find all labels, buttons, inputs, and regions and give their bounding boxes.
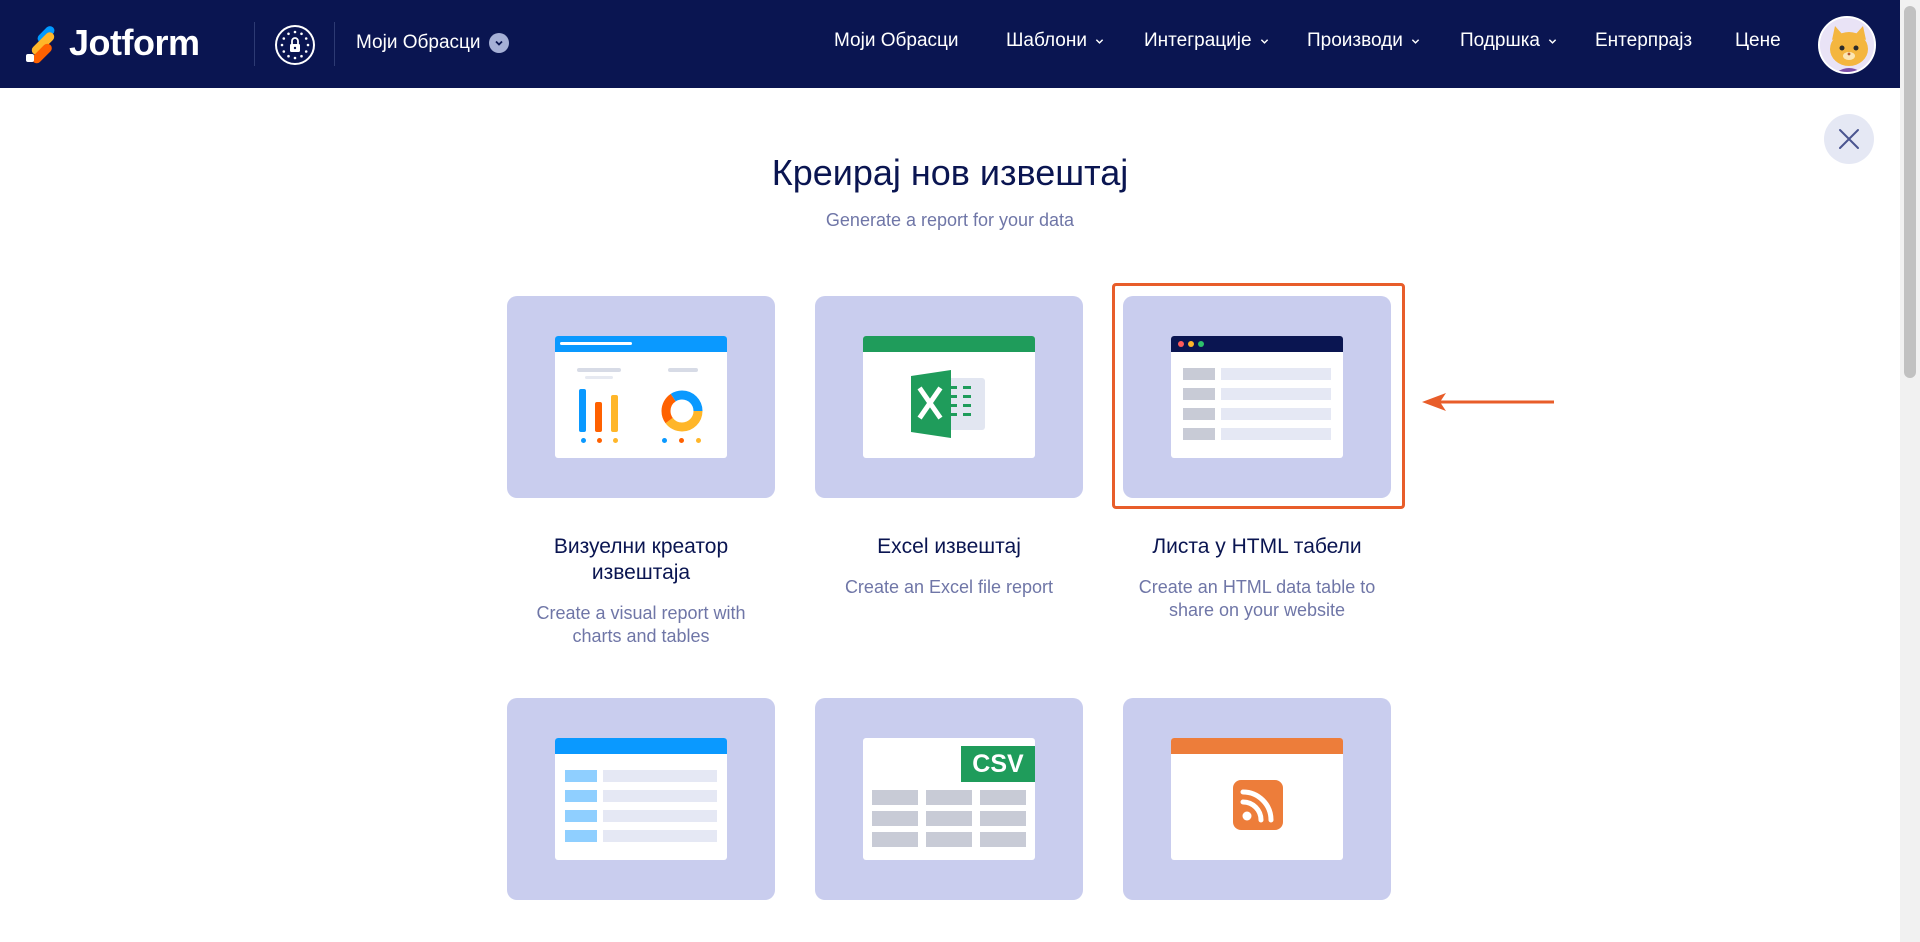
eu-security-badge-icon[interactable] [275, 25, 315, 65]
brand-name: Jotform [69, 22, 200, 63]
report-option-rss[interactable] [1123, 698, 1391, 936]
card-tile [507, 296, 775, 498]
close-icon [1839, 129, 1859, 149]
chevron-down-icon [488, 33, 509, 53]
csv-badge: CSV [961, 746, 1035, 782]
rss-icon [1171, 738, 1343, 860]
pointer-arrow-icon [1422, 393, 1554, 411]
nav-products[interactable]: Производи [1307, 30, 1420, 52]
card-tile: CSV [815, 698, 1083, 900]
page-subtitle: Generate a report for your data [825, 210, 1075, 230]
nav-integrations[interactable]: Интеграције [1144, 30, 1269, 52]
page-title: Креирај нов извештај [771, 152, 1129, 193]
table-list-icon [555, 738, 727, 860]
user-avatar[interactable] [1818, 16, 1876, 74]
card-title: Excel извештај [877, 535, 1021, 558]
workspace-selector[interactable]: Моји Обрасци [356, 32, 509, 54]
report-option-visual[interactable]: Визуелни креатор извештаја Create a visu… [507, 296, 775, 648]
nav-enterprise[interactable]: Ентерпрајз [1595, 30, 1692, 52]
card-tile [507, 698, 775, 900]
jotform-logo[interactable]: Jotform [24, 22, 200, 66]
csv-icon: CSV [863, 738, 1035, 860]
page-scrollbar[interactable] [1900, 0, 1920, 942]
card-description: Create a visual report with charts and t… [536, 603, 746, 646]
card-tile [1123, 698, 1391, 900]
card-description: Create an HTML data table to share on yo… [1138, 577, 1376, 620]
card-tile [815, 296, 1083, 498]
card-description: Create an Excel file report [844, 577, 1054, 597]
nav-my-forms[interactable]: Моји Обрасци [834, 30, 959, 52]
chevron-down-icon [1411, 38, 1420, 44]
chevron-down-icon [1260, 38, 1268, 44]
nav-support[interactable]: Подршка [1460, 30, 1557, 52]
report-option-csv[interactable]: CSV [815, 698, 1083, 936]
chevron-down-icon [1095, 38, 1104, 44]
card-title: Визуелни креатор извештаја [553, 535, 729, 584]
nav-divider [334, 22, 335, 66]
report-option-excel[interactable]: Excel извештај Create an Excel file repo… [815, 296, 1083, 599]
excel-icon [863, 336, 1035, 458]
visual-report-icon [555, 336, 727, 458]
workspace-label: Моји Обрасци [356, 32, 481, 53]
nav-templates[interactable]: Шаблони [1006, 30, 1104, 52]
card-title: Листа у HTML табели [1152, 535, 1362, 558]
scrollbar-thumb[interactable] [1904, 6, 1916, 378]
selection-highlight-frame [1112, 283, 1405, 509]
top-nav-bar: Jotform Моји Обрасци Моји Обрасци Шаблон… [0, 0, 1900, 88]
report-option-table-list[interactable] [507, 698, 775, 936]
nav-divider [254, 22, 255, 66]
jotform-logo-icon [24, 24, 60, 66]
chevron-down-icon [1548, 38, 1557, 44]
nav-pricing[interactable]: Цене [1735, 30, 1781, 52]
